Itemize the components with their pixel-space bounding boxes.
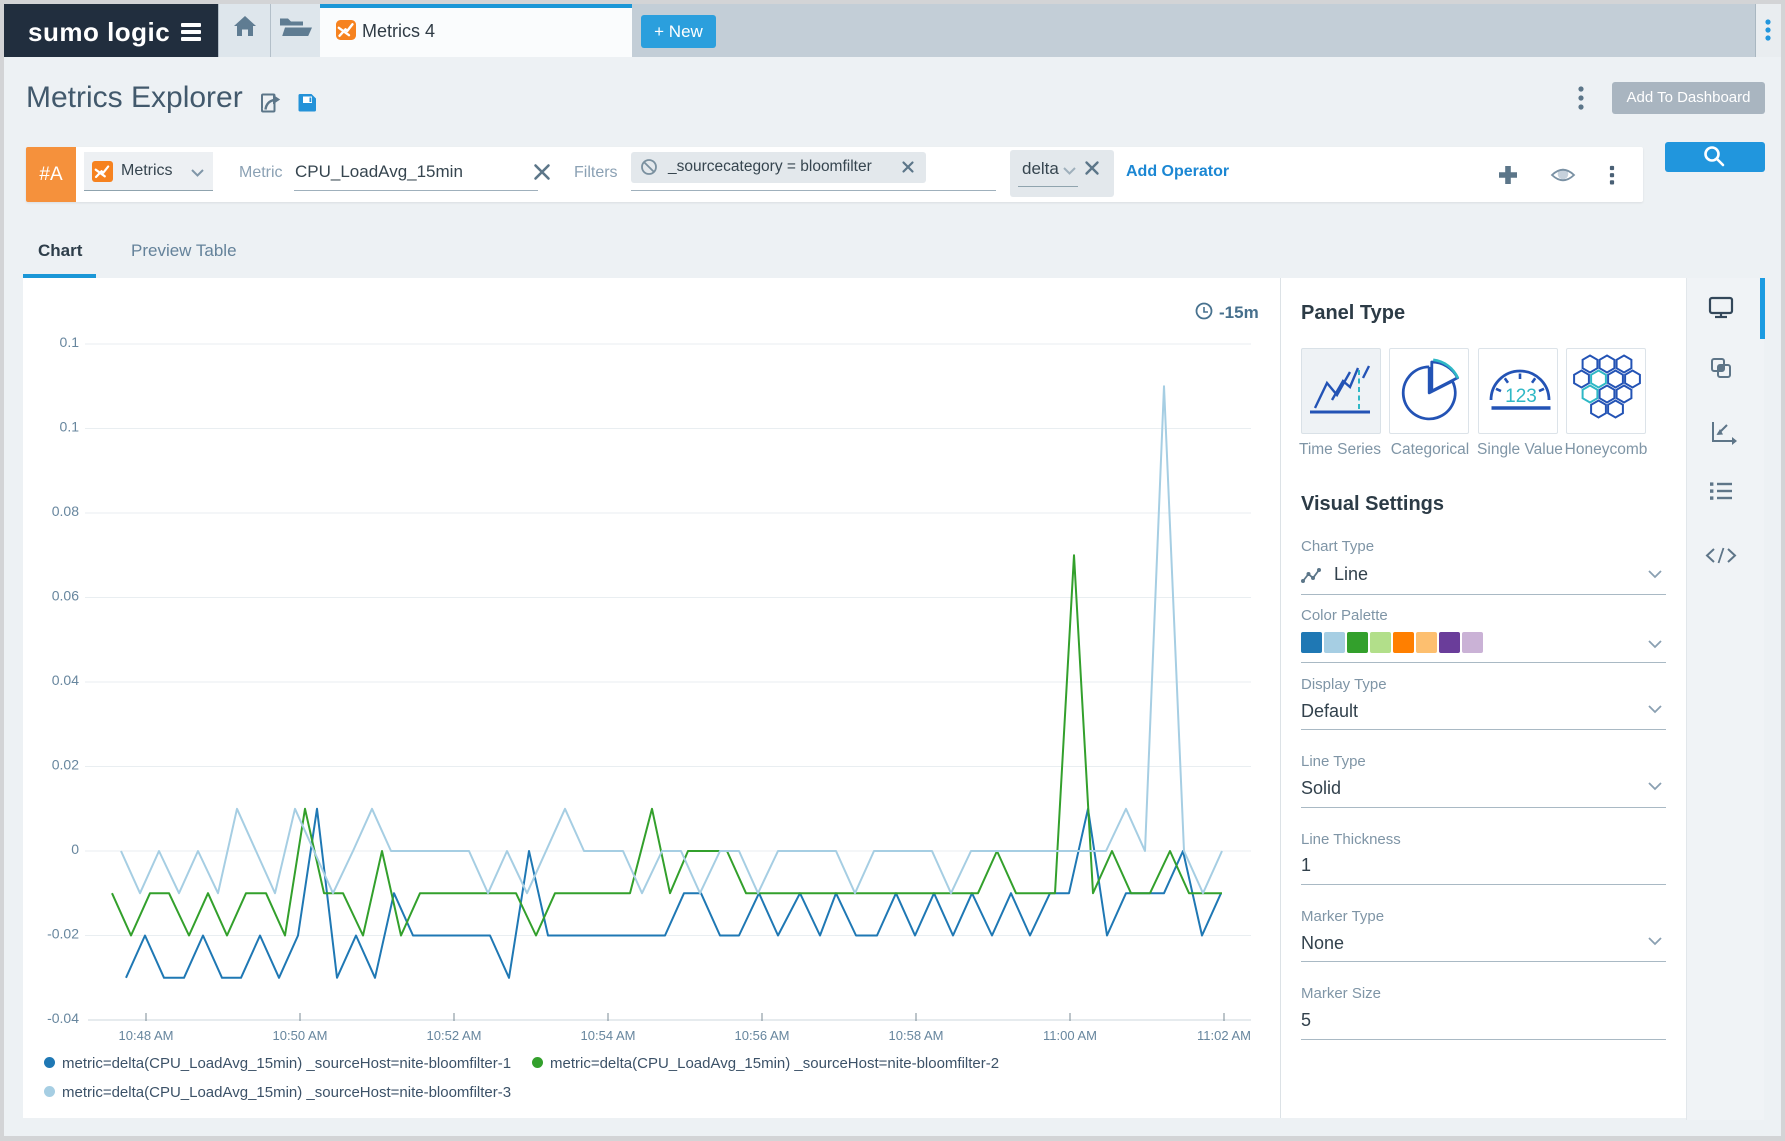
svg-text:0.06: 0.06	[52, 588, 79, 604]
svg-text:11:00 AM: 11:00 AM	[1043, 1028, 1097, 1043]
svg-text:10:56 AM: 10:56 AM	[735, 1028, 790, 1043]
svg-text:0.08: 0.08	[52, 503, 79, 519]
svg-text:123: 123	[1505, 386, 1537, 407]
svg-text:11:02 AM: 11:02 AM	[1197, 1028, 1251, 1043]
svg-text:0: 0	[71, 841, 79, 857]
svg-text:-15m: -15m	[1219, 303, 1259, 322]
svg-text:10:52 AM: 10:52 AM	[427, 1028, 482, 1043]
svg-text:0.02: 0.02	[52, 757, 79, 773]
svg-text:10:48 AM: 10:48 AM	[119, 1028, 174, 1043]
svg-text:10:54 AM: 10:54 AM	[581, 1028, 636, 1043]
svg-text:10:58 AM: 10:58 AM	[889, 1028, 944, 1043]
svg-text:10:50 AM: 10:50 AM	[273, 1028, 328, 1043]
svg-text:0.04: 0.04	[52, 672, 79, 688]
svg-text:0.1: 0.1	[60, 334, 80, 350]
svg-text:-0.02: -0.02	[47, 926, 79, 942]
svg-text:-0.04: -0.04	[47, 1010, 79, 1026]
svg-text:0.1: 0.1	[60, 419, 80, 435]
